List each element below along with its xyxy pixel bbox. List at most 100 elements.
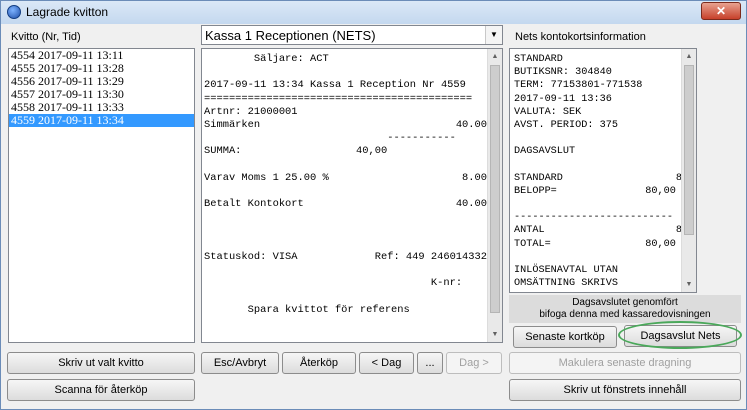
nets-line: 80,00 BELOPP= — [514, 185, 682, 198]
receipt-line-right: Ref: 449 246014332 — [374, 250, 487, 263]
nets-line-right: 80,00 — [645, 238, 676, 250]
nets-line: BUTIKSNR: 304840 — [514, 66, 682, 79]
nets-line-left: VALUTA: SEK — [514, 106, 582, 118]
nets-line: 2017-09-11 13:36 — [514, 93, 682, 106]
receipt-line-right: 40,00 — [356, 145, 388, 158]
receipt-line — [204, 185, 487, 198]
window-title: Lagrade kvitton — [26, 5, 109, 19]
receipt-line: K-nr: — [204, 277, 487, 290]
next-day-button[interactable]: Dag > — [446, 352, 502, 374]
nets-line: DAGSAVSLUT — [514, 145, 682, 158]
nets-line — [514, 132, 682, 145]
receipt-scrollbar[interactable]: ▲ ▼ — [487, 49, 502, 342]
nets-line-left: ANTAL — [514, 225, 545, 237]
app-icon — [7, 5, 21, 19]
scroll-down-icon[interactable]: ▼ — [488, 327, 502, 342]
receipt-line — [204, 290, 487, 303]
receipt-line-left: Varav Moms 1 25.00 % — [204, 171, 329, 184]
receipt-view: Säljare: ACT 2017-09-11 13:34 Kassa 1 Rec… — [201, 48, 503, 343]
receipt-line: ========================================… — [204, 93, 487, 106]
scroll-down-icon[interactable]: ▼ — [682, 277, 696, 292]
nets-line-left: TOTAL= — [514, 238, 551, 250]
receipt-scroll-thumb[interactable] — [490, 65, 500, 313]
receipt-line — [204, 224, 487, 237]
nets-line-left: STANDARD — [514, 172, 563, 184]
receipt-line: 40.00 Betalt Kontokort — [204, 198, 487, 211]
nets-line — [514, 198, 682, 211]
scroll-up-icon[interactable]: ▲ — [488, 49, 502, 64]
nets-line: VALUTA: SEK — [514, 106, 682, 119]
ellipsis-button[interactable]: ... — [417, 352, 443, 374]
receipt-line — [204, 66, 487, 79]
nets-line-left: 2017-09-11 13:36 — [514, 93, 612, 105]
nets-line: TERM: 77153801-771538 — [514, 79, 682, 92]
receipt-line — [204, 211, 487, 224]
register-dropdown[interactable]: Kassa 1 Receptionen (NETS) ▼ — [201, 25, 503, 45]
nets-line: AVST. PERIOD: 375 — [514, 119, 682, 132]
esc-cancel-button[interactable]: Esc/Avbryt — [201, 352, 279, 374]
nets-line: INLÖSENAVTAL UTAN — [514, 264, 682, 277]
print-selected-receipt-button[interactable]: Skriv ut valt kvitto — [7, 352, 195, 374]
nets-line-left: BELOPP= — [514, 185, 557, 197]
receipt-list-header: Kvitto (Nr, Tid) — [11, 31, 81, 43]
nets-scrollbar[interactable]: ▲ ▼ — [681, 49, 696, 292]
receipt-line-right: ----------- — [387, 132, 456, 145]
latest-card-purchase-button[interactable]: Senaste kortköp — [513, 326, 617, 348]
receipt-line: 40,00 SUMMA: — [204, 145, 487, 158]
receipt-line-left: 2017-09-11 13:34 Kassa 1 Reception Nr 45… — [204, 79, 466, 92]
nets-line — [514, 251, 682, 264]
close-button[interactable]: ✕ — [701, 2, 741, 20]
receipt-line: 2017-09-11 13:34 Kassa 1 Reception Nr 45… — [204, 79, 487, 92]
nets-line-left: STANDARD — [514, 54, 563, 65]
register-dropdown-value: Kassa 1 Receptionen (NETS) — [205, 28, 376, 43]
nets-line — [514, 159, 682, 172]
receipt-line-right: K-nr: — [430, 277, 487, 290]
receipt-line-right: 8.00 — [462, 171, 487, 184]
receipt-line — [204, 264, 487, 277]
receipt-line: Säljare: ACT — [204, 53, 487, 66]
nets-line-left: BUTIKSNR: 304840 — [514, 67, 612, 79]
receipt-line-left: Simmärken — [204, 118, 261, 131]
receipt-line — [204, 159, 487, 172]
title-bar: Lagrade kvitton ✕ — [1, 1, 746, 24]
nets-line-left: AVST. PERIOD: 375 — [514, 119, 618, 131]
receipt-line-left: Statuskod: VISA — [204, 250, 298, 263]
nets-line-left: INLÖSENAVTAL UTAN — [514, 265, 618, 276]
prev-day-button[interactable]: < Dag — [359, 352, 414, 374]
receipt-line-right: 40.00 — [455, 118, 487, 131]
nets-info-header: Nets kontokortsinformation — [515, 31, 646, 43]
void-last-transaction-button[interactable]: Makulera senaste dragning — [509, 352, 741, 374]
receipt-line: 40.00 Simmärken — [204, 119, 487, 132]
receipt-list[interactable]: 4554 2017-09-11 13:11 4555 2017-09-11 13:… — [8, 48, 195, 343]
nets-line-left: DAGSAVSLUT — [514, 146, 576, 158]
day-close-info-line2: bifoga denna med kassaredovisningen — [539, 309, 711, 320]
chevron-down-icon[interactable]: ▼ — [485, 26, 502, 44]
nets-line: OMSÄTTNING SKRIVS — [514, 277, 682, 290]
receipt-list-item[interactable]: 4559 2017-09-11 13:34 — [9, 114, 194, 127]
receipt-line-left: ========================================… — [204, 92, 473, 105]
nets-line: STANDARD — [514, 53, 682, 66]
return-purchase-button[interactable]: Återköp — [282, 352, 356, 374]
receipt-line: ----------- — [204, 132, 487, 145]
nets-line: -------------------------- — [514, 211, 682, 224]
receipt-line-left: Betalt Kontokort — [204, 198, 304, 211]
nets-line: 8 STANDARD — [514, 172, 682, 185]
receipt-line-left: Spara kvittot för referens — [204, 303, 410, 316]
scroll-up-icon[interactable]: ▲ — [682, 49, 696, 64]
nets-scroll-thumb[interactable] — [684, 65, 694, 235]
receipt-line — [204, 238, 487, 251]
scan-for-return-button[interactable]: Scanna för återköp — [7, 379, 195, 401]
nets-info-text: STANDARD BUTIKSNR: 304840 TERM: 77153801-7… — [514, 53, 682, 290]
nets-line-left: TERM: 77153801-771538 — [514, 80, 643, 92]
day-close-nets-button[interactable]: Dagsavslut Nets — [624, 325, 737, 347]
receipt-line-left: SUMMA: — [204, 145, 242, 158]
nets-line: 80,00 TOTAL= — [514, 238, 682, 251]
receipt-line-left: Artnr: 21000001 — [204, 105, 298, 118]
day-close-info: Dagsavslutet genomfört bifoga denna med … — [509, 295, 741, 323]
saved-receipts-window: Lagrade kvitton ✕ Kvitto (Nr, Tid) 4554 … — [0, 0, 747, 410]
receipt-text: Säljare: ACT 2017-09-11 13:34 Kassa 1 Rec… — [204, 53, 487, 317]
nets-line-left: -------------------------- — [514, 212, 673, 224]
print-window-content-button[interactable]: Skriv ut fönstrets innehåll — [509, 379, 741, 401]
nets-line-left: OMSÄTTNING SKRIVS — [514, 278, 618, 290]
nets-info-view: STANDARD BUTIKSNR: 304840 TERM: 77153801-7… — [509, 48, 697, 293]
